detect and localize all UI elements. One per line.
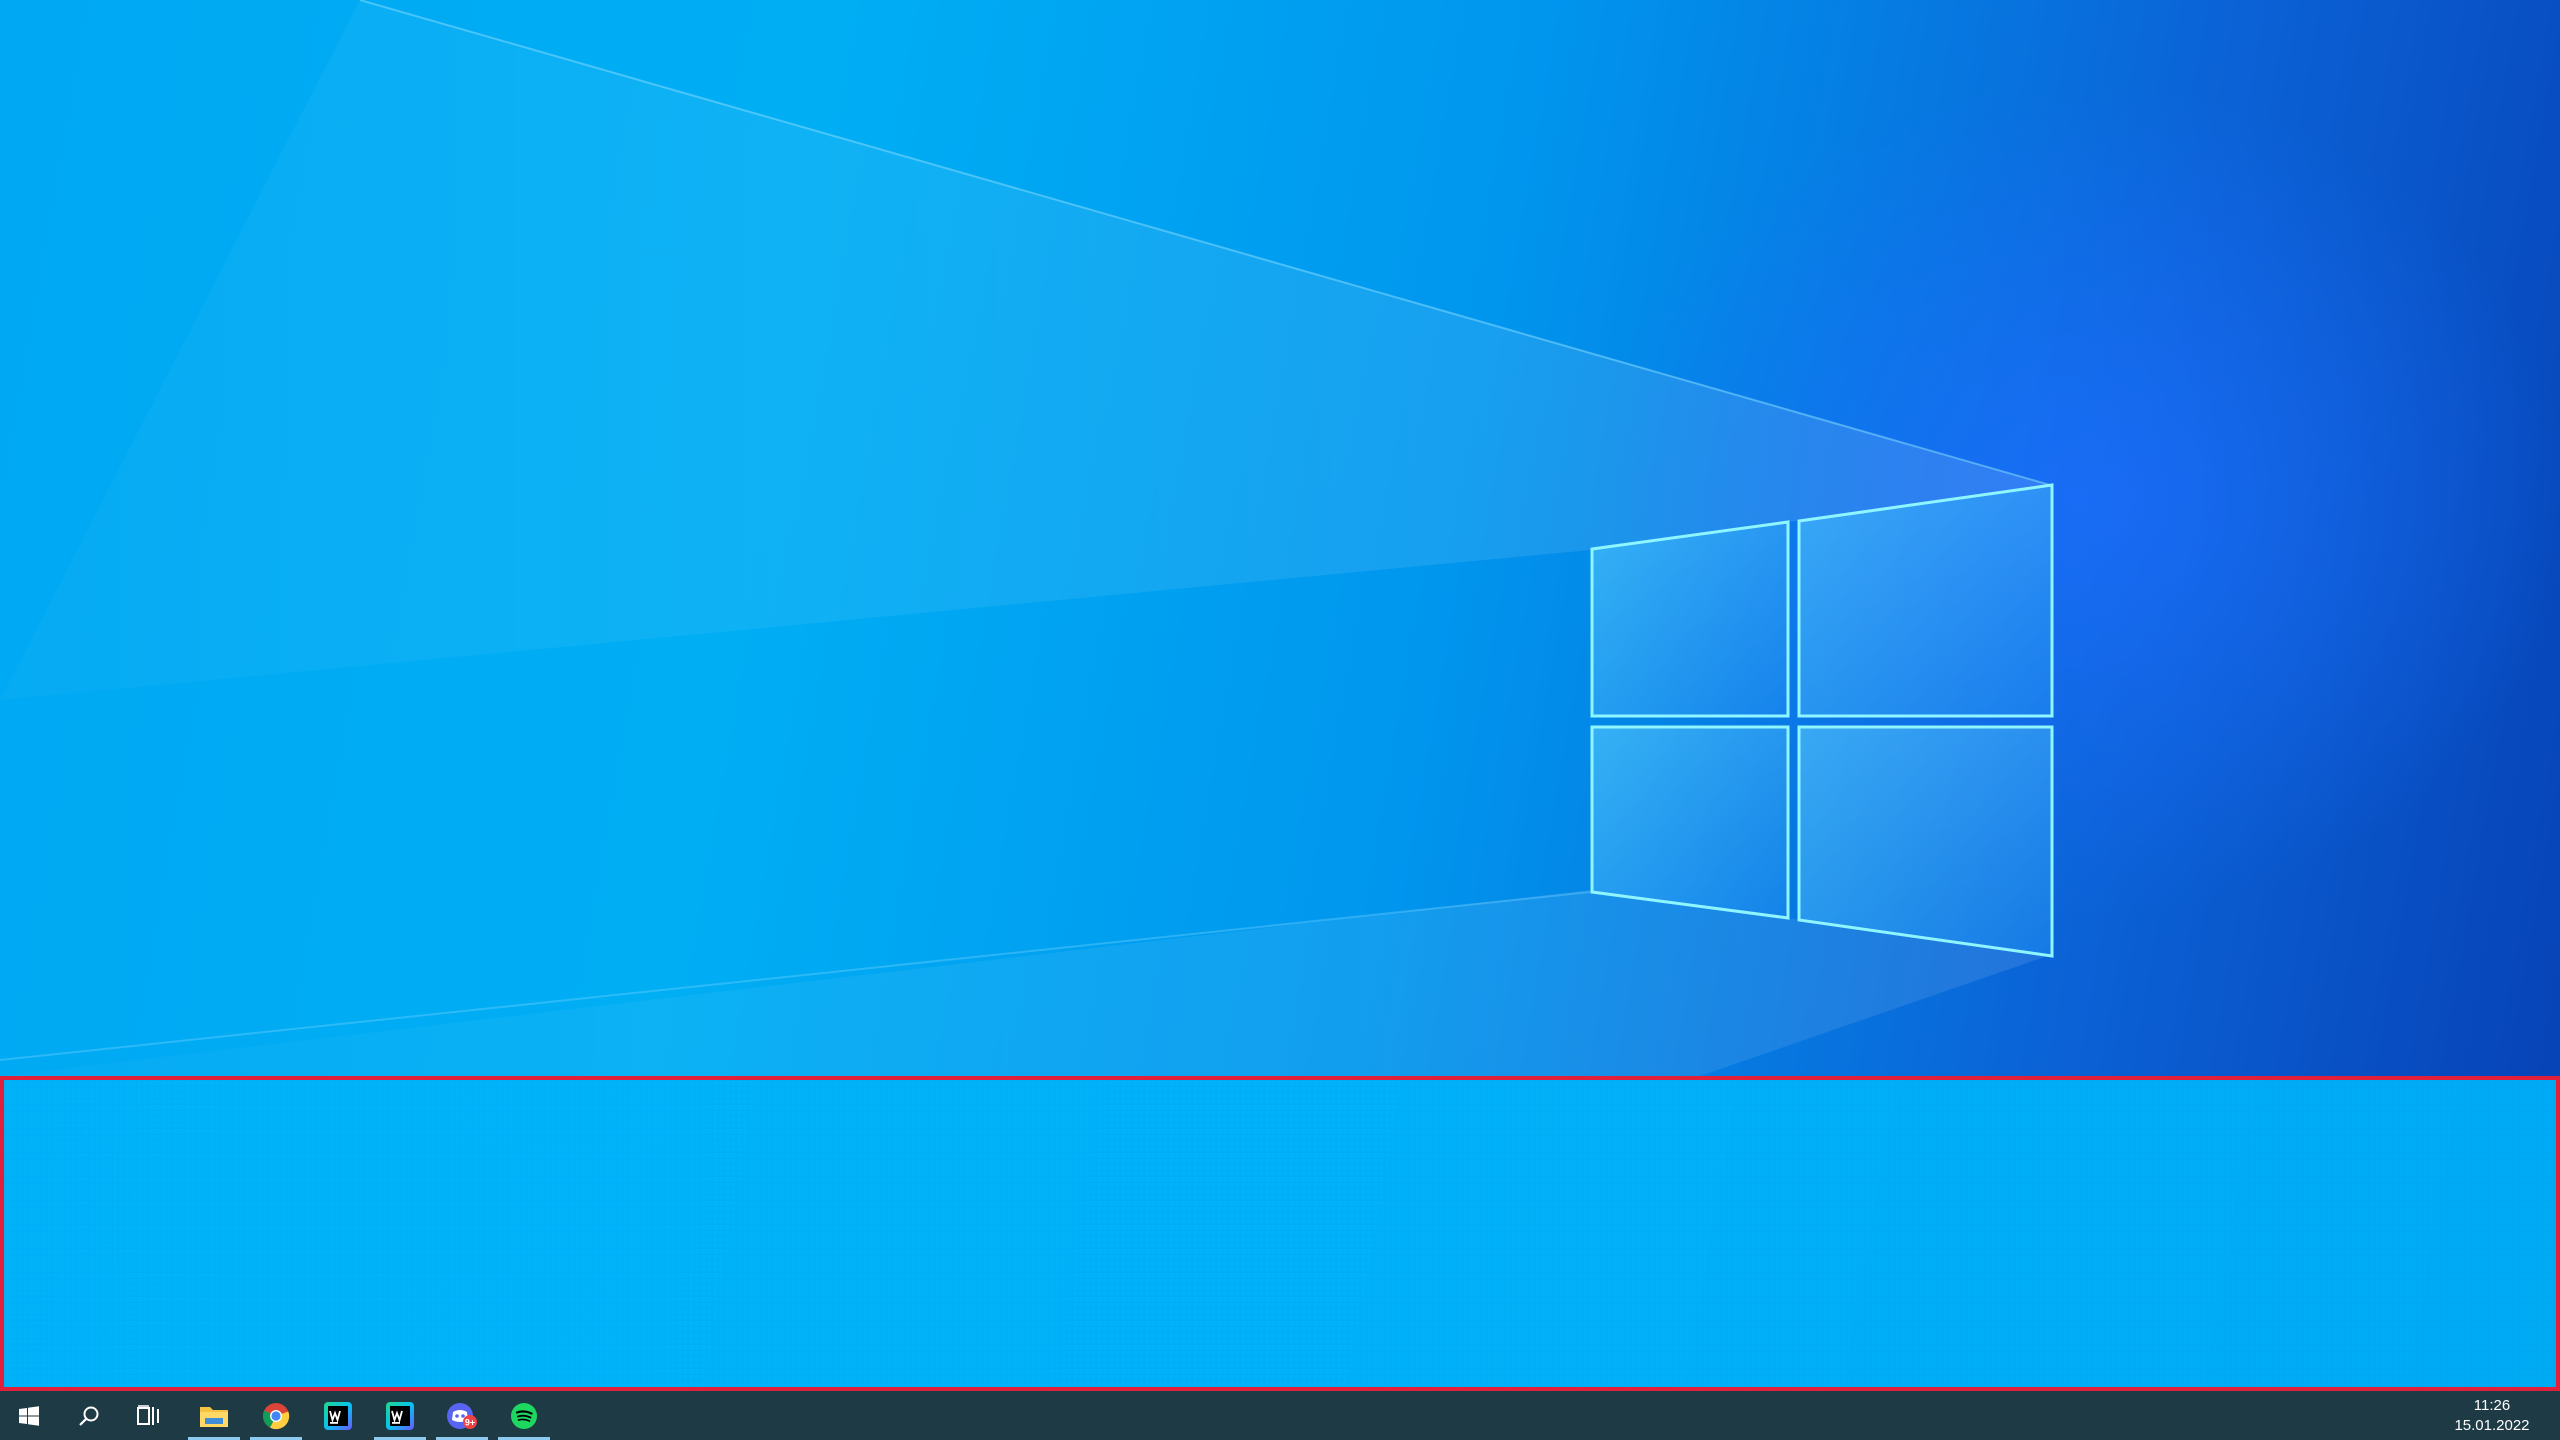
taskbar-app-webstorm[interactable] <box>308 1391 368 1440</box>
webstorm-icon <box>386 1401 414 1430</box>
spotify-icon <box>511 1402 537 1429</box>
taskbar: 9+ <box>0 1391 2560 1440</box>
taskbar-app-spotify[interactable] <box>494 1391 554 1440</box>
discord-badge: 9+ <box>465 1417 475 1427</box>
webstorm-icon <box>324 1401 352 1430</box>
selection-rectangle <box>0 1076 2560 1391</box>
folder-icon <box>200 1406 228 1427</box>
task-view-button[interactable] <box>120 1391 178 1440</box>
taskbar-app-discord[interactable]: 9+ <box>432 1391 492 1440</box>
clock-date: 15.01.2022 <box>2454 1416 2530 1434</box>
system-clock[interactable]: 11:26 15.01.2022 <box>2432 1391 2552 1440</box>
chrome-icon <box>262 1402 290 1429</box>
taskbar-app-chrome[interactable] <box>246 1391 306 1440</box>
taskbar-app-file-explorer[interactable] <box>184 1391 244 1440</box>
taskbar-app-webstorm-2[interactable] <box>370 1391 430 1440</box>
start-button[interactable] <box>0 1391 58 1440</box>
task-view-icon <box>137 1404 159 1425</box>
clock-time: 11:26 <box>2473 1396 2511 1414</box>
windows-logo-icon <box>19 1405 39 1426</box>
discord-icon: 9+ <box>447 1402 477 1429</box>
search-button[interactable] <box>60 1391 118 1440</box>
search-icon <box>79 1406 99 1426</box>
